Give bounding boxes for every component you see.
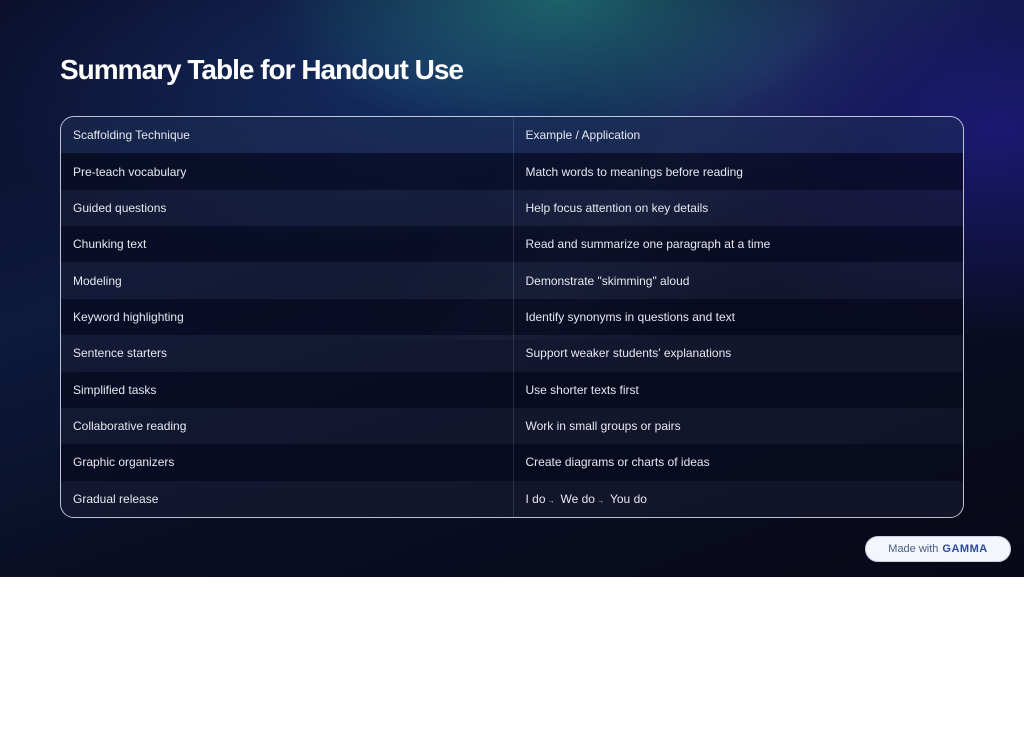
technique-cell: Guided questions	[73, 200, 167, 215]
example-cell: Work in small groups or pairs	[512, 407, 963, 445]
arrow-right-icon: →	[547, 497, 555, 505]
technique-cell: Keyword highlighting	[73, 309, 184, 324]
table-row: Sentence starters Support weaker student…	[61, 335, 963, 372]
step-we-do: We do	[560, 491, 595, 506]
technique-cell: Sentence starters	[73, 346, 168, 361]
technique-cell: Graphic organizers	[73, 455, 175, 470]
technique-cell: Pre-teach vocabulary	[73, 164, 187, 179]
table-row: Keyword highlighting Identify synonyms i…	[61, 298, 963, 336]
step-you-do: You do	[609, 491, 647, 506]
badge-prefix: Made with	[888, 543, 939, 555]
summary-table: Scaffolding Technique Example / Applicat…	[60, 116, 964, 518]
step-i-do: I do	[525, 491, 546, 506]
technique-cell: Modeling	[73, 273, 122, 288]
slide-title: Summary Table for Handout Use	[60, 54, 464, 85]
table-row: Pre-teach vocabulary Match words to mean…	[61, 153, 963, 190]
technique-cell: Collaborative reading	[73, 419, 187, 434]
example-cell: Support weaker students' explanations	[512, 335, 963, 372]
table-row: Collaborative reading Work in small grou…	[61, 407, 963, 445]
example-cell: Use shorter texts first	[512, 371, 963, 408]
column-header-technique: Scaffolding Technique	[73, 128, 190, 143]
example-cell: Help focus attention on key details	[512, 189, 963, 227]
example-cell: Demonstrate "skimming" aloud	[512, 262, 963, 299]
arrow-right-icon: →	[596, 497, 604, 505]
made-with-gamma-badge[interactable]: Made with GAMMA	[865, 536, 1011, 562]
example-cell: Identify synonyms in questions and text	[512, 298, 963, 336]
table-row: Simplified tasks Use shorter texts first	[61, 371, 963, 408]
table-row: Guided questions Help focus attention on…	[61, 189, 963, 227]
gradual-release-cell: I do → We do → You do	[512, 480, 963, 517]
example-cell: Read and summarize one paragraph at a ti…	[512, 226, 963, 263]
table-row: Gradual release I do → We do → You do	[61, 480, 963, 517]
table-row: Graphic organizers Create diagrams or ch…	[61, 444, 963, 481]
technique-cell: Chunking text	[73, 237, 147, 252]
column-header-example: Example / Application	[512, 117, 963, 154]
example-cell: Match words to meanings before reading	[512, 153, 963, 190]
table-row: Chunking text Read and summarize one par…	[61, 226, 963, 263]
table-header-row: Scaffolding Technique Example / Applicat…	[61, 117, 963, 154]
technique-cell: Gradual release	[73, 491, 159, 506]
technique-cell: Simplified tasks	[73, 382, 157, 397]
table-row: Modeling Demonstrate "skimming" aloud	[61, 262, 963, 299]
gamma-logo: GAMMA	[942, 543, 988, 555]
example-cell: Create diagrams or charts of ideas	[512, 444, 963, 481]
slide: Summary Table for Handout Use Scaffoldin…	[0, 0, 1024, 577]
